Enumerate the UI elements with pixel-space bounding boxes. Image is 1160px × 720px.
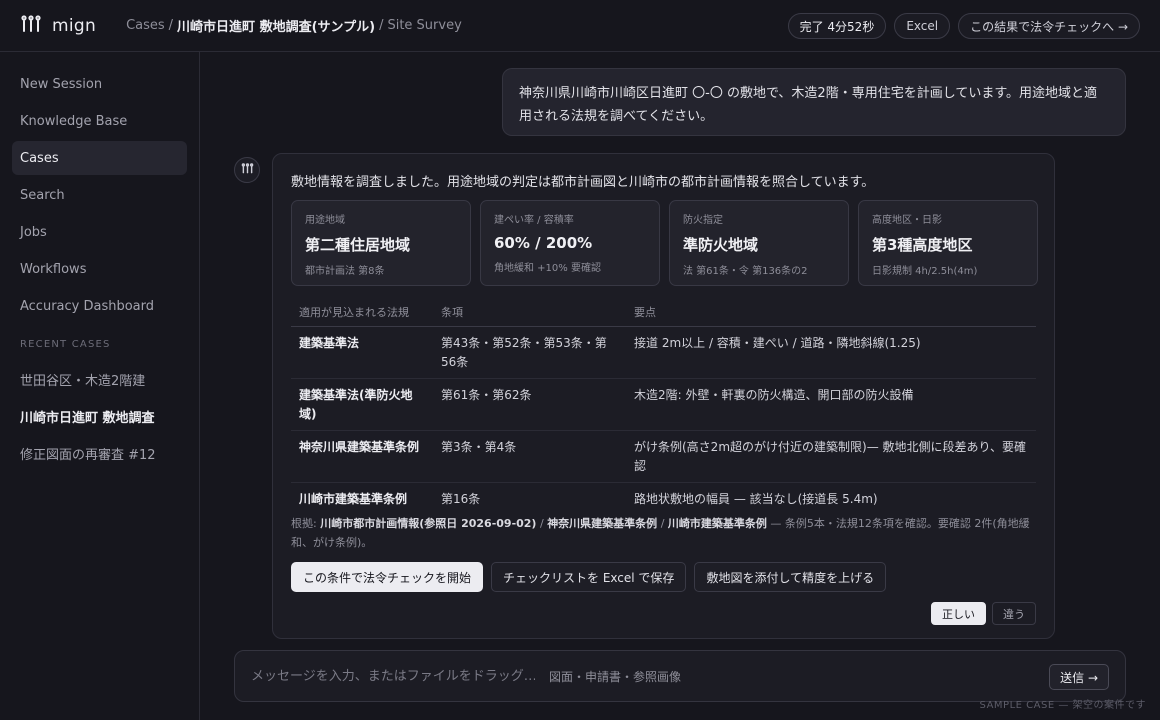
assistant-message: 敷地情報を調査しました。用途地域の判定は都市計画図と川崎市の都市計画情報を照合し… [272,153,1055,639]
tripod-logo-icon [241,162,254,178]
column-header-articles: 条項 [433,298,626,327]
points-cell: 接道 2m以上 / 容積・建ぺい / 道路・隣地斜線(1.25) [626,326,1036,379]
info-card-zoning: 用途地域 第二種住居地域 都市計画法 第8条 [291,200,471,286]
articles-cell: 第16条 [441,491,481,506]
send-button[interactable]: 送信 → [1049,664,1109,690]
sidebar-item-search[interactable]: Search [12,178,187,212]
info-card-value: 第3種高度地区 [872,236,973,254]
breadcrumb-separator: / [379,18,384,33]
recent-cases-heading: RECENT CASES [20,339,111,350]
law-cell: 建築基準法(準防火地域) [291,378,433,431]
info-card-label: 用途地域 [305,215,345,226]
top-bar: mign Cases / 川崎市日進町 敷地調査(サンプル) / Site Su… [0,0,1160,52]
info-card-coverage-ratio: 建ぺい率 / 容積率 60% / 200% 角地緩和 +10% 要確認 [480,200,660,286]
points-cell: がけ条例(高さ2m超のがけ付近の建築制限)— 敷地北側に段差あり、要確認 [626,430,1036,483]
law-cell: 川崎市建築基準条例 [299,491,408,506]
basis-source[interactable]: 川崎市建築基準条例 [668,517,767,530]
brand-name: mign [52,15,97,36]
feedback-buttons: 正しい 違う [931,602,1036,625]
excel-export-button[interactable]: Excel [894,13,951,39]
articles-cell: 第43条・第52条・第53条・第56条 [433,326,626,379]
info-card-note: 都市計画法 第8条 [305,266,385,277]
recent-case-item[interactable]: 川崎市日進町 敷地調査 [12,399,187,433]
points-cell: 木造2階: 外壁・軒裏の防火構造、開口部の防火設備 [626,378,1036,431]
message-input[interactable] [235,651,535,701]
articles-cell: 第61条・第62条 [433,378,626,431]
law-cell: 神奈川県建築基準条例 [291,430,433,483]
sidebar: New Session Knowledge Base Cases Search … [0,52,200,720]
table-row: 建築基準法(準防火地域) 第61条・第62条 木造2階: 外壁・軒裏の防火構造、… [291,378,1036,431]
info-card-label: 建ぺい率 / 容積率 [494,215,574,226]
feedback-correct-button[interactable]: 正しい [931,602,986,625]
breadcrumb-section: Site Survey [387,18,462,33]
info-card-value: 60% / 200% [494,234,593,252]
info-card-note: 法 第61条・令 第136条の2 [683,266,808,277]
feedback-wrong-button[interactable]: 違う [992,602,1036,625]
info-card-note: 日影規制 4h/2.5h(4m) [872,266,978,277]
sidebar-item-cases[interactable]: Cases [12,141,187,175]
table-header-row: 適用が見込まれる法規 条項 要点 [291,298,1036,327]
law-cell: 建築基準法 [291,326,433,379]
points-cell: 路地状敷地の幅員 — 該当なし(接道長 5.4m) [634,491,878,506]
sidebar-item-knowledge-base[interactable]: Knowledge Base [12,104,187,138]
assistant-actions: この条件で法令チェックを開始 チェックリストを Excel で保存 敷地図を添付… [291,562,887,592]
breadcrumb: Cases / 川崎市日進町 敷地調査(サンプル) / Site Survey [126,16,462,35]
save-checklist-excel-button[interactable]: チェックリストを Excel で保存 [491,562,687,592]
basis-separator: / [539,517,544,530]
sidebar-item-jobs[interactable]: Jobs [12,215,187,249]
info-card-height-district: 高度地区・日影 第3種高度地区 日影規制 4h/2.5h(4m) [858,200,1038,286]
attach-site-map-button[interactable]: 敷地図を添付して精度を上げる [694,562,887,592]
breadcrumb-separator: / [168,18,174,33]
info-card-note: 角地緩和 +10% 要確認 [494,263,601,274]
column-header-points: 要点 [626,298,1036,327]
breadcrumb-cases[interactable]: Cases [126,18,165,33]
column-header-law: 適用が見込まれる法規 [291,298,433,327]
proceed-to-check-button[interactable]: この結果で法令チェックへ → [958,13,1140,39]
basis-prefix: 根拠: [291,517,317,530]
sidebar-nav: New Session Knowledge Base Cases Search … [12,67,187,326]
recent-case-item[interactable]: 修正図面の再審査 #12 [12,436,187,470]
table-row: 川崎市建築基準条例 第16条 路地状敷地の幅員 — 該当なし(接道長 5.4m) [291,482,1036,515]
zoning-summary-cards: 用途地域 第二種住居地域 都市計画法 第8条 建ぺい率 / 容積率 60% / … [291,200,1038,286]
info-card-label: 防火指定 [683,215,723,226]
assistant-avatar [234,157,260,183]
applicable-laws-table: 適用が見込まれる法規 条項 要点 建築基準法 第43条・第52条・第53条・第5… [291,298,1036,515]
basis-note: 根拠: 川崎市都市計画情報(参照日 2026-09-02) / 神奈川県建築基準… [291,514,1039,552]
basis-source[interactable]: 川崎市都市計画情報(参照日 2026-09-02) [320,517,536,530]
message-composer: 図面・申請書・参照画像 送信 → [234,650,1126,702]
status-badge: 完了 4分52秒 [787,13,887,39]
user-message: 神奈川県川崎市川崎区日進町 〇-〇 の敷地で、木造2階・専用住宅を計画しています… [502,68,1126,136]
sidebar-item-workflows[interactable]: Workflows [12,252,187,286]
sidebar-item-new-session[interactable]: New Session [12,67,187,101]
breadcrumb-current-case[interactable]: 川崎市日進町 敷地調査(サンプル) [177,16,375,35]
header-actions: 完了 4分52秒 Excel この結果で法令チェックへ → [787,13,1140,39]
info-card-value: 準防火地域 [683,236,759,254]
recent-cases-list: 世田谷区・木造2階建 川崎市日進町 敷地調査 修正図面の再審査 #12 [12,362,187,473]
assistant-intro: 敷地情報を調査しました。用途地域の判定は都市計画図と川崎市の都市計画情報を照合し… [291,175,875,190]
table-row: 神奈川県建築基準条例 第3条・第4条 がけ条例(高さ2m超のがけ付近の建築制限)… [291,430,1036,483]
tripod-logo-icon [20,14,42,37]
info-card-label: 高度地区・日影 [872,215,942,226]
brand[interactable]: mign [20,14,97,37]
basis-separator: / [660,517,665,530]
sample-watermark: SAMPLE CASE — 架空の案件です [979,700,1146,711]
start-law-check-button[interactable]: この条件で法令チェックを開始 [291,562,484,592]
articles-cell: 第3条・第4条 [433,430,626,483]
info-card-fire-zone: 防火指定 準防火地域 法 第61条・令 第136条の2 [669,200,849,286]
basis-source[interactable]: 神奈川県建築基準条例 [547,517,657,530]
sidebar-item-accuracy-dashboard[interactable]: Accuracy Dashboard [12,289,187,323]
attachment-hint: 図面・申請書・参照画像 [549,670,682,684]
info-card-value: 第二種住居地域 [305,236,411,254]
recent-case-item[interactable]: 世田谷区・木造2階建 [12,362,187,396]
table-row: 建築基準法 第43条・第52条・第53条・第56条 接道 2m以上 / 容積・建… [291,326,1036,379]
